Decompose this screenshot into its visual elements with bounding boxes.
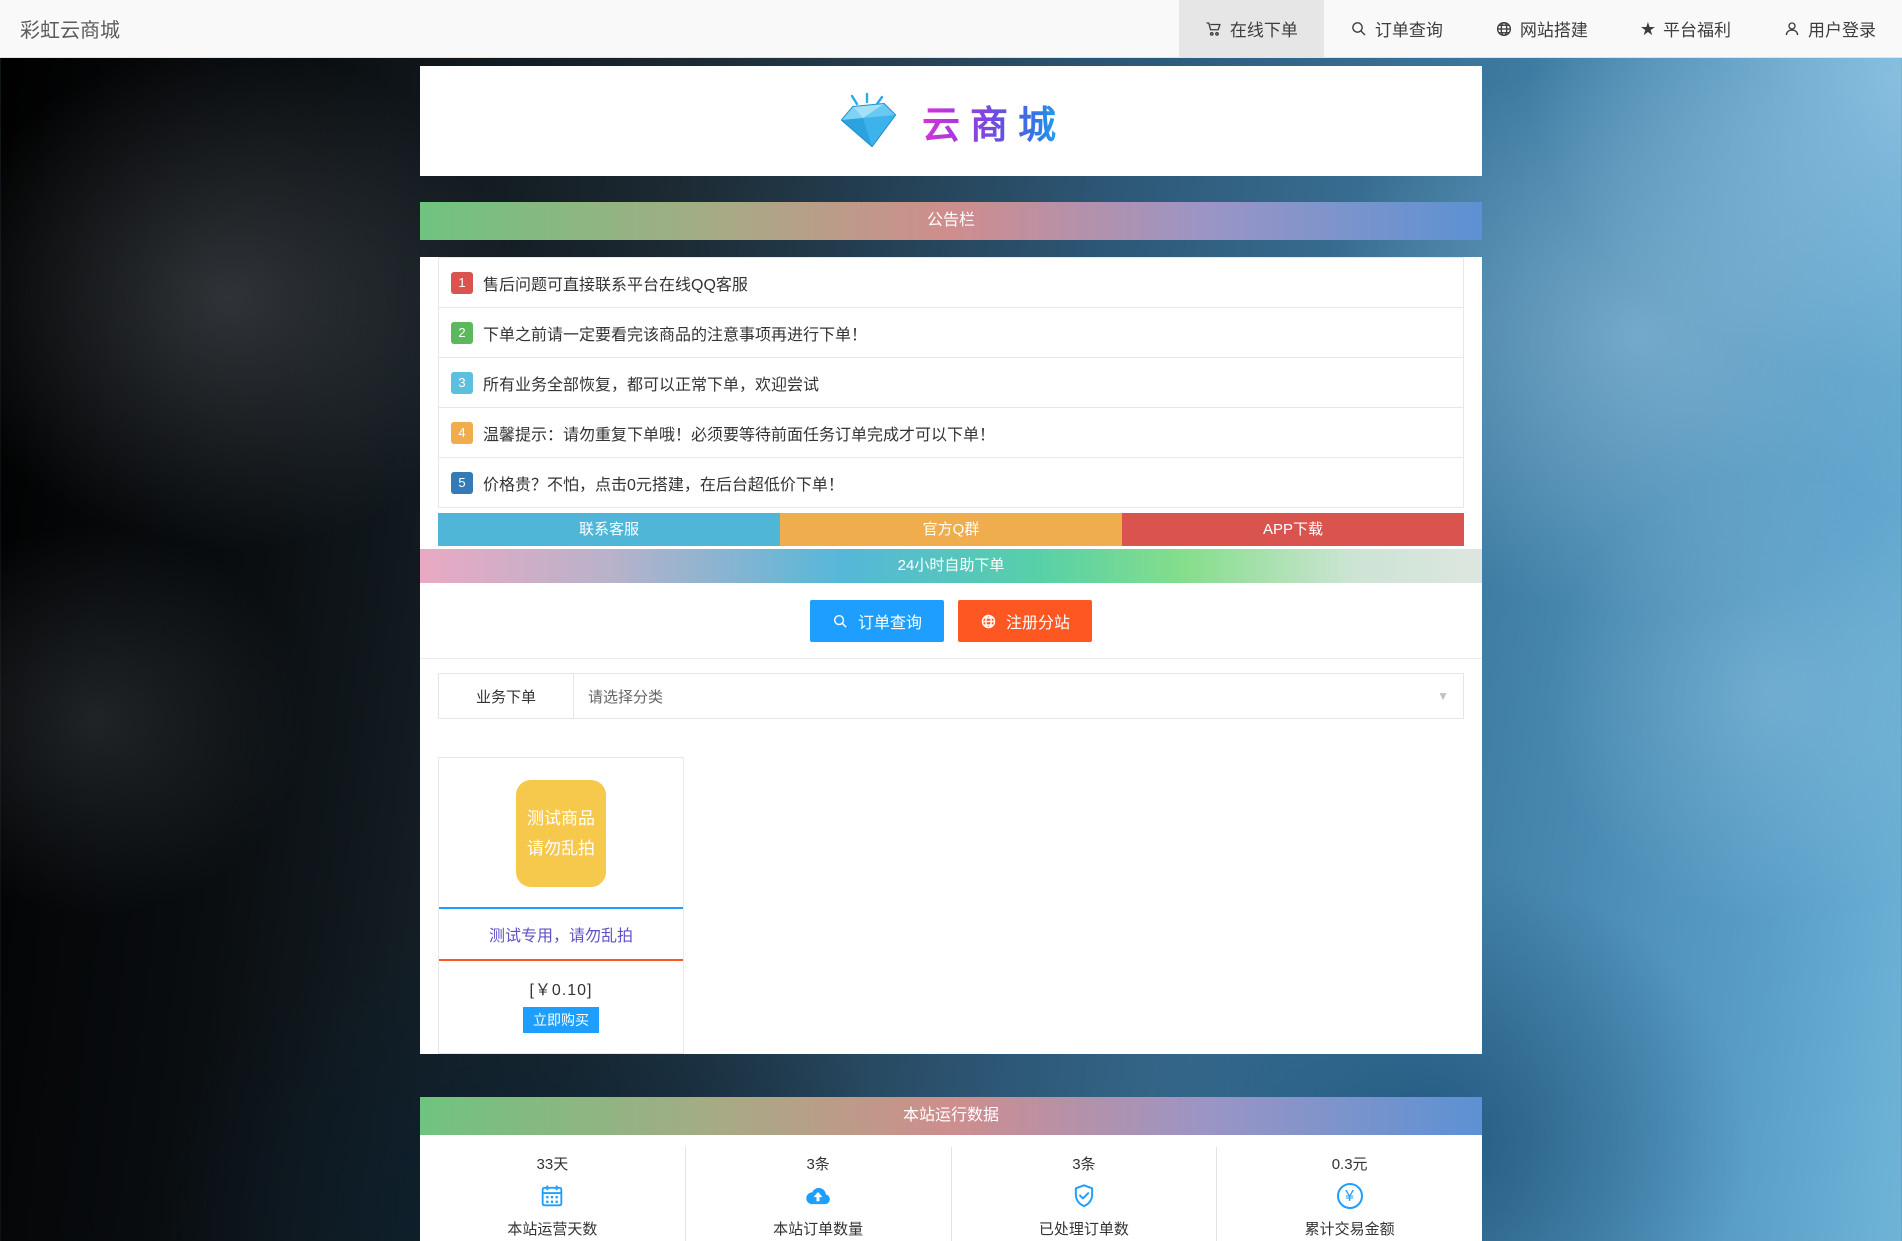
announcement-list: 1 售后问题可直接联系平台在线QQ客服 2 下单之前请一定要看完该商品的注意事项…	[438, 257, 1464, 508]
product-image[interactable]: 测试商品 请勿乱拍	[516, 780, 606, 887]
announcement-item: 4 温馨提示：请勿重复下单哦！必须要等待前面任务订单完成才可以下单！	[439, 408, 1463, 458]
cart-icon	[1205, 20, 1223, 38]
nav-item-label: 网站搭建	[1520, 16, 1588, 41]
stat-label: 本站运营天数	[507, 1218, 597, 1239]
nav-item-user-login[interactable]: 用户登录	[1757, 0, 1902, 57]
announcement-text: 售后问题可直接联系平台在线QQ客服	[483, 271, 748, 295]
yen-circle-icon: ¥	[1337, 1181, 1363, 1211]
announcement-text: 价格贵？不怕，点击0元搭建，在后台超低价下单！	[483, 471, 844, 495]
search-icon	[1350, 20, 1368, 38]
order-query-button[interactable]: 订单查询	[810, 600, 944, 642]
shield-check-icon	[1070, 1181, 1098, 1211]
stat-processed-orders: 3条 已处理订单数	[952, 1147, 1218, 1241]
stat-label: 已处理订单数	[1039, 1218, 1129, 1239]
product-title: 测试专用，请勿乱拍	[439, 909, 683, 959]
announcement-number-badge: 1	[451, 272, 473, 294]
user-icon	[1783, 20, 1801, 38]
announcement-header: 公告栏	[420, 202, 1482, 240]
nav-item-order-query[interactable]: 订单查询	[1324, 0, 1469, 57]
product-card: 测试商品 请勿乱拍 测试专用，请勿乱拍 [￥0.10] 立即购买	[438, 757, 684, 1054]
nav-item-label: 用户登录	[1808, 16, 1876, 41]
official-qq-group-button[interactable]: 官方Q群	[780, 513, 1122, 546]
buy-now-button[interactable]: 立即购买	[523, 1007, 599, 1033]
announcement-text: 下单之前请一定要看完该商品的注意事项再进行下单！	[483, 321, 867, 345]
stat-value: 33天	[537, 1153, 569, 1174]
announcement-item: 3 所有业务全部恢复，都可以正常下单，欢迎尝试	[439, 358, 1463, 408]
announcement-text: 所有业务全部恢复，都可以正常下单，欢迎尝试	[483, 371, 819, 395]
diamond-icon	[836, 92, 900, 150]
top-nav: 在线下单 订单查询 网站搭建 ★ 平台福利 用户登录	[1179, 0, 1902, 57]
stats-body: 33天 本站运营天数 3条	[420, 1135, 1482, 1241]
calendar-icon	[538, 1181, 566, 1211]
nav-item-label: 在线下单	[1230, 16, 1298, 41]
site-brand[interactable]: 彩虹云商城	[0, 14, 120, 43]
stats-header: 本站运行数据	[420, 1097, 1482, 1135]
nav-item-platform-benefits[interactable]: ★ 平台福利	[1614, 0, 1757, 57]
divider	[439, 959, 683, 961]
chevron-down-icon: ▼	[1437, 689, 1449, 703]
product-price: [￥0.10]	[439, 976, 683, 1000]
nav-item-online-order[interactable]: 在线下单	[1179, 0, 1324, 57]
stat-total-transactions: 0.3元 ¥ 累计交易金额	[1217, 1147, 1482, 1241]
register-substation-button[interactable]: 注册分站	[958, 600, 1092, 642]
cloud-upload-icon	[804, 1181, 832, 1211]
product-image-text: 请勿乱拍	[527, 834, 595, 864]
action-buttons-row: 订单查询 注册分站	[438, 583, 1464, 658]
topbar: 彩虹云商城 在线下单 订单查询 网站搭建 ★ 平台福利 用户登录	[0, 0, 1902, 58]
category-select[interactable]: 请选择分类 ▼	[574, 674, 1463, 718]
order-query-label: 订单查询	[858, 609, 922, 633]
globe-icon	[1495, 20, 1513, 38]
announcement-number-badge: 5	[451, 472, 473, 494]
announcement-number-badge: 2	[451, 322, 473, 344]
stat-value: 0.3元	[1332, 1153, 1368, 1174]
stat-value: 3条	[806, 1153, 829, 1174]
app-download-button[interactable]: APP下载	[1122, 513, 1464, 546]
main-panel: 1 售后问题可直接联系平台在线QQ客服 2 下单之前请一定要看完该商品的注意事项…	[420, 257, 1482, 1054]
contact-support-button[interactable]: 联系客服	[438, 513, 780, 546]
stat-value: 3条	[1072, 1153, 1095, 1174]
announcement-text: 温馨提示：请勿重复下单哦！必须要等待前面任务订单完成才可以下单！	[483, 421, 995, 445]
self-service-banner: 24小时自助下单	[420, 549, 1482, 583]
star-icon: ★	[1640, 20, 1656, 38]
order-form-row: 业务下单 请选择分类 ▼	[438, 673, 1464, 719]
quick-links-row: 联系客服 官方Q群 APP下载	[438, 513, 1464, 546]
announcement-item: 5 价格贵？不怕，点击0元搭建，在后台超低价下单！	[439, 458, 1463, 508]
globe-icon	[980, 613, 997, 630]
nav-item-label: 订单查询	[1375, 16, 1443, 41]
stat-label: 累计交易金额	[1305, 1218, 1395, 1239]
nav-item-site-build[interactable]: 网站搭建	[1469, 0, 1614, 57]
search-icon	[832, 613, 849, 630]
announcement-number-badge: 4	[451, 422, 473, 444]
logo-box: 云商城	[420, 66, 1482, 176]
divider	[420, 658, 1482, 659]
stat-operating-days: 33天 本站运营天数	[420, 1147, 686, 1241]
product-image-text: 测试商品	[527, 804, 595, 834]
category-select-value: 请选择分类	[588, 686, 663, 707]
logo-title: 云商城	[922, 94, 1066, 149]
announcement-item: 2 下单之前请一定要看完该商品的注意事项再进行下单！	[439, 308, 1463, 358]
announcement-item: 1 售后问题可直接联系平台在线QQ客服	[439, 258, 1463, 308]
main-column: 云商城 公告栏 1 售后问题可直接联系平台在线QQ客服 2 下单之前请一定要看完…	[420, 66, 1482, 1241]
order-form-label: 业务下单	[439, 674, 574, 718]
stat-label: 本站订单数量	[773, 1218, 863, 1239]
register-substation-label: 注册分站	[1006, 609, 1070, 633]
nav-item-label: 平台福利	[1663, 16, 1731, 41]
announcement-number-badge: 3	[451, 372, 473, 394]
stat-order-count: 3条 本站订单数量	[686, 1147, 952, 1241]
